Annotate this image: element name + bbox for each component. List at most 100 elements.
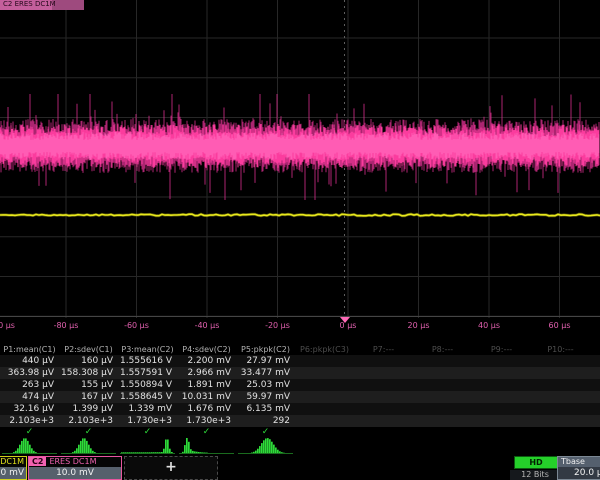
measurement-cell: 160 µV	[59, 356, 118, 366]
measurement-cell: 25.03 mV	[236, 380, 295, 390]
measurement-status-check	[295, 427, 354, 437]
measurement-row-min: 263 µV155 µV1.550894 V1.891 mV25.03 mV	[0, 379, 600, 391]
measurement-status-check: ✓	[236, 427, 295, 437]
time-axis: -100 µs-80 µs-60 µs-40 µs-20 µs0 µs20 µs…	[0, 318, 600, 334]
measurement-header-p10[interactable]: P10:---	[531, 345, 590, 354]
measurement-cell: 33.477 mV	[236, 368, 295, 378]
measurement-cell: 2.966 mV	[177, 368, 236, 378]
measurement-cell: 1.558645 V	[118, 392, 177, 402]
measurement-header-p4[interactable]: P4:sdev(C2)	[177, 345, 236, 354]
measurement-cell: 1.676 mV	[177, 404, 236, 414]
measurement-cell: 1.339 mV	[118, 404, 177, 414]
time-axis-label: -60 µs	[124, 321, 149, 330]
measurement-cell: 2.103e+3	[0, 416, 59, 426]
measurement-status-check	[472, 427, 531, 437]
measurement-header-p1[interactable]: P1:mean(C1)	[0, 345, 59, 354]
c1-coupling-label: DC1M	[0, 457, 26, 467]
measurement-status-row: ✓✓✓✓✓	[0, 427, 600, 437]
measurement-header-row: P1:mean(C1)P2:sdev(C1)P3:mean(C2)P4:sdev…	[0, 343, 600, 355]
measurement-status-check	[531, 427, 590, 437]
measurement-cell: 1.891 mV	[177, 380, 236, 390]
measurement-cell: 27.97 mV	[236, 356, 295, 366]
measurement-cell: 2.200 mV	[177, 356, 236, 366]
measurement-row-max: 474 µV167 µV1.558645 V10.031 mV59.97 mV	[0, 391, 600, 403]
measurement-cell: 292	[236, 416, 295, 426]
timebase-label: Tbase	[558, 457, 600, 467]
measurement-header-p6[interactable]: P6:pkpk(C3)	[295, 345, 354, 354]
grid-horizontal-lines	[0, 38, 600, 316]
trigger-position-marker[interactable]	[340, 317, 350, 323]
timebase-box[interactable]: Tbase 20.0 µs	[557, 456, 600, 480]
measurement-header-p7[interactable]: P7:---	[354, 345, 413, 354]
time-axis-label: -80 µs	[54, 321, 79, 330]
measurement-cell: 263 µV	[0, 380, 59, 390]
measurement-cell: 167 µV	[59, 392, 118, 402]
measurement-header-p2[interactable]: P2:sdev(C1)	[59, 345, 118, 354]
waveform-plot	[0, 0, 600, 318]
hd-mode-badge: HD	[514, 456, 558, 469]
time-axis-label: -20 µs	[265, 321, 290, 330]
measurement-status-check	[590, 427, 600, 437]
measurement-cell: 1.557591 V	[118, 368, 177, 378]
histicon-p7	[354, 437, 413, 455]
measurement-header-p11[interactable]: P11:---	[590, 345, 600, 354]
measurement-status-check: ✓	[59, 427, 118, 437]
grid-trace-label: C2 ERES DC1M	[0, 0, 84, 10]
histicon-p8	[413, 437, 472, 455]
histicon-p2[interactable]	[59, 437, 118, 455]
measurement-cell: 6.135 mV	[236, 404, 295, 414]
measurement-header-p3[interactable]: P3:mean(C2)	[118, 345, 177, 354]
time-axis-label: -40 µs	[195, 321, 220, 330]
measurement-cell: 155 µV	[59, 380, 118, 390]
measurement-cell: 440 µV	[0, 356, 59, 366]
time-axis-label: 40 µs	[478, 321, 500, 330]
c2-channel-chip: C2	[29, 457, 46, 466]
histicon-p3[interactable]	[118, 437, 177, 455]
histicon-p5[interactable]	[236, 437, 295, 455]
measurement-cell: 474 µV	[0, 392, 59, 402]
histicon-p4[interactable]	[177, 437, 236, 455]
c2-mode-label: ERES DC1M	[49, 457, 96, 466]
measurement-row-sdev: 32.16 µV1.399 µV1.339 mV1.676 mV6.135 mV	[0, 403, 600, 415]
channel-descriptor-c1[interactable]: DC1M 10.0 mV	[0, 456, 27, 480]
measurement-cell: 158.308 µV	[59, 368, 118, 378]
measurement-histicon-row	[0, 437, 600, 455]
measurement-cell: 2.103e+3	[59, 416, 118, 426]
c2-vertical-scale: 10.0 mV	[29, 467, 121, 479]
c1-vertical-scale: 10.0 mV	[0, 467, 26, 479]
measurement-cell: 59.97 mV	[236, 392, 295, 402]
measurement-cell: 1.399 µV	[59, 404, 118, 414]
measurement-row-num: 2.103e+32.103e+31.730e+31.730e+3292	[0, 415, 600, 427]
time-axis-label: 60 µs	[549, 321, 571, 330]
c2-header: C2ERES DC1M	[29, 457, 121, 467]
measurement-status-check: ✓	[118, 427, 177, 437]
measurement-cell: 10.031 mV	[177, 392, 236, 402]
measurement-status-check	[413, 427, 472, 437]
histicon-p11	[590, 437, 600, 455]
measurement-table: P1:mean(C1)P2:sdev(C1)P3:mean(C2)P4:sdev…	[0, 343, 600, 427]
histicon-p6	[295, 437, 354, 455]
measurement-header-p9[interactable]: P9:---	[472, 345, 531, 354]
measurement-cell: 32.16 µV	[0, 404, 59, 414]
measurement-cell: 1.555616 V	[118, 356, 177, 366]
measurement-status-check: ✓	[0, 427, 59, 437]
measurement-cell: 363.98 µV	[0, 368, 59, 378]
measurement-status-check: ✓	[177, 427, 236, 437]
time-axis-label: 20 µs	[408, 321, 430, 330]
histicon-p9	[472, 437, 531, 455]
channel-descriptor-c2[interactable]: C2ERES DC1M 10.0 mV	[28, 456, 122, 480]
measurement-header-p8[interactable]: P8:---	[413, 345, 472, 354]
measurement-cell: 1.730e+3	[118, 416, 177, 426]
measurement-status-check	[354, 427, 413, 437]
bottom-toolbar: DC1M 10.0 mV C2ERES DC1M 10.0 mV + HD 12…	[0, 456, 600, 480]
histicon-p1[interactable]	[0, 437, 59, 455]
measurement-row-mean: 363.98 µV158.308 µV1.557591 V2.966 mV33.…	[0, 367, 600, 379]
hd-bits-label: 12 Bits	[510, 470, 560, 480]
timebase-value: 20.0 µs	[558, 467, 600, 479]
waveform-graticule: C2 ERES DC1M	[0, 0, 600, 318]
measurement-row-value: 440 µV160 µV1.555616 V2.200 mV27.97 mV	[0, 355, 600, 367]
measurement-header-p5[interactable]: P5:pkpk(C2)	[236, 345, 295, 354]
histicon-p10	[531, 437, 590, 455]
add-trace-button[interactable]: +	[124, 456, 218, 480]
measurement-cell: 1.730e+3	[177, 416, 236, 426]
